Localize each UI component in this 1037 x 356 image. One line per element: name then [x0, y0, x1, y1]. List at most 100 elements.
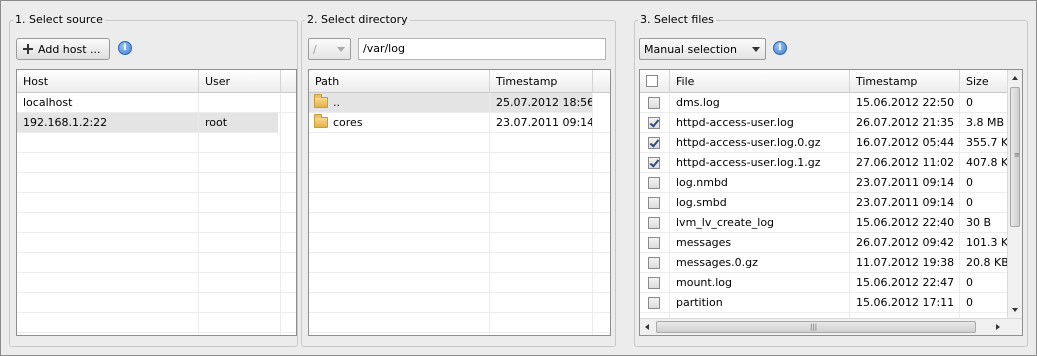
- directory-row[interactable]: cores 23.07.2011 09:14: [309, 113, 610, 133]
- host-table-header: Host User: [17, 70, 296, 93]
- file-row[interactable]: dms.log 15.06.2012 22:50 0: [640, 93, 1009, 113]
- file-timestamp-cell: 15.06.2012 22:40: [850, 213, 960, 233]
- file-checkbox[interactable]: [648, 177, 660, 189]
- file-size-cell: 355.7 K: [960, 133, 1009, 153]
- selection-mode-select[interactable]: Manual selection: [639, 38, 766, 60]
- file-checkbox-cell: [640, 193, 670, 213]
- file-checkbox[interactable]: [648, 197, 660, 209]
- file-size-cell: 0: [960, 273, 1009, 293]
- file-timestamp-cell: 23.07.2011 09:14: [850, 193, 960, 213]
- column-header-user[interactable]: User: [199, 70, 281, 93]
- column-header-file[interactable]: File: [670, 70, 850, 93]
- file-size-cell: 0: [960, 173, 1009, 193]
- source-panel: 1. Select source Add host ... i Host Use…: [9, 13, 298, 347]
- file-row[interactable]: httpd-access-user.log.1.gz 27.06.2012 11:…: [640, 153, 1009, 173]
- add-host-button[interactable]: Add host ...: [16, 38, 110, 60]
- path-cell: ..: [309, 93, 490, 113]
- column-header-timestamp[interactable]: Timestamp: [850, 70, 960, 93]
- column-header-size[interactable]: Size: [960, 70, 1009, 93]
- vertical-scrollbar[interactable]: ≡: [1007, 70, 1022, 318]
- file-checkbox[interactable]: [648, 117, 660, 129]
- file-row[interactable]: messages.0.gz 11.07.2012 19:38 20.8 KB: [640, 253, 1009, 273]
- file-name-cell: messages: [670, 233, 850, 253]
- directory-table: Path Timestamp .. 25.07.2012 18:56 cores…: [308, 69, 611, 336]
- select-all-checkbox[interactable]: [646, 75, 658, 87]
- scroll-up-icon[interactable]: [1012, 76, 1018, 80]
- scroll-left-icon[interactable]: [645, 324, 649, 330]
- root-select[interactable]: /: [308, 38, 351, 60]
- file-checkbox[interactable]: [648, 157, 660, 169]
- column-header-select-all[interactable]: [640, 70, 670, 93]
- file-timestamp-cell: 26.07.2012 09:42: [850, 233, 960, 253]
- file-name-cell: partition: [670, 293, 850, 313]
- selection-mode-value: Manual selection: [644, 42, 737, 56]
- file-name-cell: httpd-access-user.log.0.gz: [670, 133, 850, 153]
- host-cell: localhost: [17, 93, 199, 113]
- file-row[interactable]: log.smbd 23.07.2011 09:14 0: [640, 193, 1009, 213]
- root-select-value: /: [313, 42, 317, 56]
- host-row-selected[interactable]: 192.168.1.2:22 root: [17, 113, 281, 133]
- column-header-host[interactable]: Host: [17, 70, 199, 93]
- file-checkbox[interactable]: [648, 137, 660, 149]
- info-icon[interactable]: i: [773, 41, 787, 55]
- vertical-scroll-thumb[interactable]: ≡: [1010, 87, 1020, 227]
- file-timestamp-cell: 11.07.2012 19:38: [850, 253, 960, 273]
- file-checkbox-cell: [640, 133, 670, 153]
- file-row[interactable]: mount.log 15.06.2012 22:47 0: [640, 273, 1009, 293]
- file-name-cell: httpd-access-user.log.1.gz: [670, 153, 850, 173]
- host-table: Host User localhost 192.168.1.2:22 root: [16, 69, 297, 336]
- file-timestamp-cell: 15.06.2012 22:50: [850, 93, 960, 113]
- info-icon[interactable]: i: [118, 41, 132, 55]
- window: 1. Select source Add host ... i Host Use…: [0, 0, 1037, 356]
- host-table-body: localhost 192.168.1.2:22 root: [17, 93, 296, 335]
- file-checkbox-cell: [640, 293, 670, 313]
- file-row[interactable]: log.nmbd 23.07.2011 09:14 0: [640, 173, 1009, 193]
- scroll-right-icon[interactable]: [996, 324, 1000, 330]
- horizontal-scrollbar[interactable]: |||: [640, 318, 1022, 335]
- scroll-down-icon[interactable]: [1012, 308, 1018, 312]
- file-row[interactable]: lvm_lv_create_log 15.06.2012 22:40 30 B: [640, 213, 1009, 233]
- path-label: cores: [333, 116, 363, 129]
- file-timestamp-cell: 26.07.2012 21:35: [850, 113, 960, 133]
- plus-icon: [23, 44, 33, 54]
- add-host-label: Add host ...: [38, 42, 101, 56]
- file-row[interactable]: httpd-access-user.log.0.gz 16.07.2012 05:…: [640, 133, 1009, 153]
- file-row[interactable]: messages 26.07.2012 09:42 101.3 K: [640, 233, 1009, 253]
- directory-row-selected[interactable]: .. 25.07.2012 18:56: [309, 93, 593, 113]
- path-cell: cores: [309, 113, 490, 133]
- file-size-cell: 407.8 K: [960, 153, 1009, 173]
- file-checkbox[interactable]: [648, 277, 660, 289]
- file-checkbox[interactable]: [648, 257, 660, 269]
- file-checkbox[interactable]: [648, 237, 660, 249]
- user-cell: [199, 93, 281, 113]
- column-header-filler: [593, 70, 610, 93]
- column-header-filler: [281, 70, 296, 93]
- file-checkbox-cell: [640, 113, 670, 133]
- file-size-cell: 101.3 K: [960, 233, 1009, 253]
- horizontal-scroll-thumb[interactable]: |||: [656, 321, 976, 333]
- file-checkbox[interactable]: [648, 97, 660, 109]
- file-row[interactable]: partition 15.06.2012 17:11 0: [640, 293, 1009, 313]
- host-cell: 192.168.1.2:22: [17, 113, 199, 133]
- file-row[interactable]: httpd-access-user.log 26.07.2012 21:35 3.8…: [640, 113, 1009, 133]
- column-header-timestamp[interactable]: Timestamp: [490, 70, 593, 93]
- source-panel-title: 1. Select source: [13, 13, 105, 27]
- path-label: ..: [333, 96, 340, 109]
- host-row[interactable]: localhost: [17, 93, 296, 113]
- path-input[interactable]: /var/log: [358, 38, 606, 60]
- directory-table-header: Path Timestamp: [309, 70, 610, 93]
- file-checkbox[interactable]: [648, 217, 660, 229]
- file-name-cell: lvm_lv_create_log: [670, 213, 850, 233]
- folder-icon: [314, 94, 328, 108]
- file-size-cell: 0: [960, 293, 1009, 313]
- file-timestamp-cell: 15.06.2012 17:11: [850, 293, 960, 313]
- file-size-cell: 0: [960, 93, 1009, 113]
- file-timestamp-cell: 23.07.2011 09:14: [850, 173, 960, 193]
- chevron-down-icon: [752, 47, 760, 52]
- file-size-cell: 3.8 MB: [960, 113, 1009, 133]
- column-header-path[interactable]: Path: [309, 70, 490, 93]
- file-checkbox[interactable]: [648, 297, 660, 309]
- file-name-cell: httpd-access-user.log: [670, 113, 850, 133]
- file-checkbox-cell: [640, 93, 670, 113]
- files-table-header: File Timestamp Size: [640, 70, 1007, 93]
